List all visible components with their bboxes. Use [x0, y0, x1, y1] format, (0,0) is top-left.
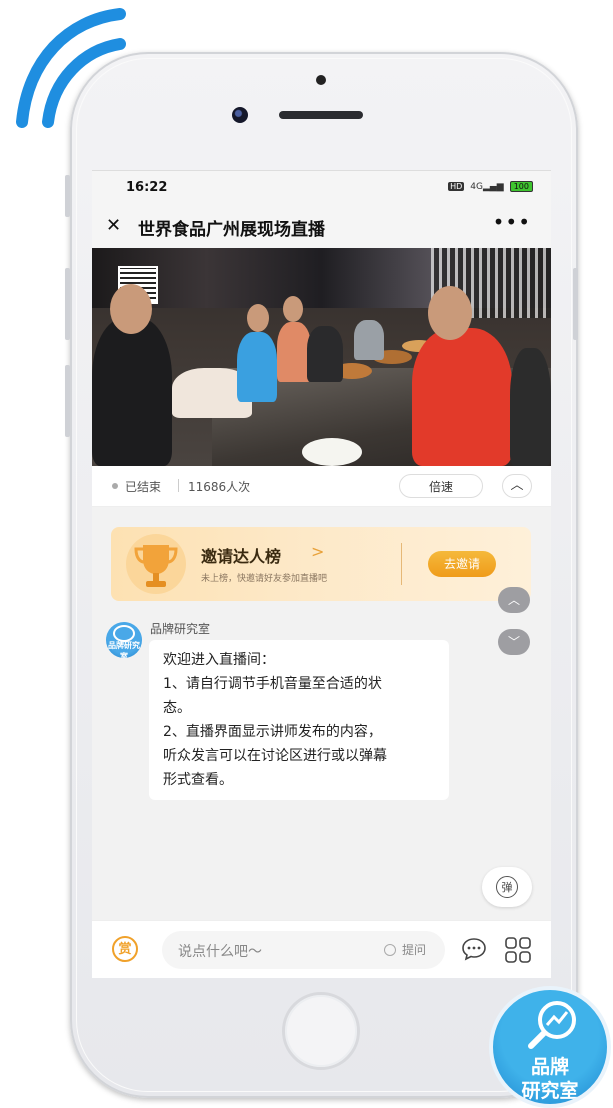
message-line: 欢迎进入直播间： [163, 652, 275, 668]
message-line: 态。 [163, 700, 191, 716]
message-line: 2、直播界面显示讲师发布的内容， [163, 724, 382, 740]
sender-name: 品牌研究室 [150, 622, 211, 636]
chat-input[interactable]: 说点什么吧～ 提问 [162, 931, 445, 969]
video-person-head [110, 284, 152, 334]
divider [178, 479, 179, 492]
avatar[interactable]: 品牌研究室 [106, 622, 142, 658]
video-player[interactable] [92, 248, 551, 466]
nav-bar: ✕ 世界食品广州展现场直播 ••• [92, 204, 551, 248]
video-plate [302, 438, 362, 466]
message-line: 1、请自行调节手机音量至合适的状 [163, 676, 382, 692]
battery-icon: 100 [509, 181, 533, 192]
clock: 16:22 [126, 180, 168, 195]
comment-icon[interactable] [461, 937, 487, 961]
proximity-sensor [316, 75, 326, 85]
ask-radio[interactable] [384, 944, 396, 956]
live-status: 已结束 [125, 480, 162, 494]
bottom-bar: 赏 说点什么吧～ 提问 [92, 920, 551, 978]
phone-screen: 16:22 HD 4G▂▄▆ 100 ✕ 世界食品广州展现场直播 ••• 已结束… [92, 170, 551, 978]
chevron-up-icon[interactable]: ︿ [502, 474, 532, 498]
video-person [510, 348, 551, 466]
brand-text: 品牌 [530, 1056, 569, 1078]
status-dot-icon [112, 483, 118, 489]
danmu-toggle-button[interactable]: 弹 [482, 867, 532, 907]
video-person-head [283, 296, 303, 322]
video-person [354, 320, 384, 360]
earpiece-speaker [279, 111, 363, 119]
status-bar: 16:22 HD 4G▂▄▆ 100 [92, 170, 551, 204]
video-person [237, 332, 277, 402]
scroll-down-button[interactable]: ﹀ [498, 629, 530, 655]
hd-icon: HD [448, 182, 465, 191]
video-person-head [428, 286, 472, 340]
divider [401, 543, 402, 585]
invite-title: 邀请达人榜 [201, 547, 282, 566]
mute-switch [65, 175, 70, 217]
volume-up-button [65, 268, 70, 340]
front-camera [232, 107, 248, 123]
network-label: 4G [470, 181, 483, 192]
home-button[interactable] [282, 992, 360, 1070]
message-bubble: 欢迎进入直播间： 1、请自行调节手机音量至合适的状 态。 2、直播界面显示讲师发… [149, 640, 449, 800]
system-icons: HD 4G▂▄▆ 100 [448, 181, 533, 192]
trophy-icon [126, 534, 186, 594]
message-line: 听众发言可以在讨论区进行或以弹幕 [163, 748, 387, 764]
danmu-icon: 弹 [496, 876, 518, 898]
page-title: 世界食品广州展现场直播 [138, 220, 325, 240]
menu-grid-icon[interactable] [504, 936, 532, 964]
video-person-head [247, 304, 269, 332]
live-info-bar: 已结束 11686人次 倍速 ︿ [92, 466, 551, 507]
magnifier-icon [528, 1001, 576, 1049]
chat-placeholder: 说点什么吧～ [178, 944, 262, 960]
video-person [277, 322, 311, 382]
brand-logo: 品牌 研究室 [489, 986, 611, 1108]
ask-label: 提问 [402, 943, 427, 957]
signal-icon: 4G▂▄▆ [470, 181, 504, 192]
scroll-up-button[interactable]: ︿ [498, 587, 530, 613]
reward-icon[interactable]: 赏 [112, 936, 138, 962]
volume-down-button [65, 365, 70, 437]
invite-subtitle: 未上榜，快邀请好友参加直播吧 [201, 574, 328, 584]
viewer-count: 11686人次 [188, 480, 251, 494]
chevron-right-icon: > [311, 542, 325, 561]
invite-button[interactable]: 去邀请 [428, 551, 496, 577]
video-person [412, 328, 512, 466]
power-button [573, 268, 578, 340]
invite-leaderboard-card[interactable]: 邀请达人榜 > 未上榜，快邀请好友参加直播吧 去邀请 [111, 527, 531, 601]
video-person [307, 326, 343, 382]
close-icon[interactable]: ✕ [106, 216, 121, 236]
message-line: 形式查看。 [163, 772, 233, 788]
avatar-label: 品牌研究室 [108, 641, 140, 658]
video-person [92, 318, 172, 466]
brand-text: 研究室 [521, 1080, 579, 1102]
more-icon[interactable]: ••• [493, 210, 531, 234]
speed-button[interactable]: 倍速 [399, 474, 483, 498]
